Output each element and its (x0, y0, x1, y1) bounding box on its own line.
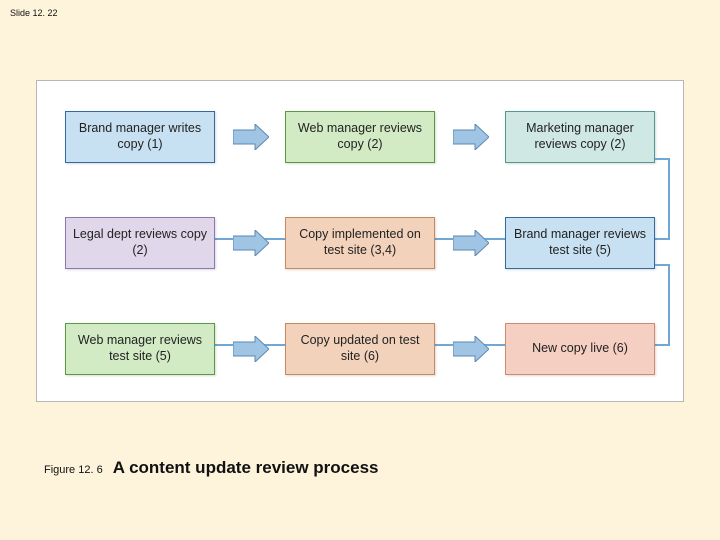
node-brand-manager-writes: Brand manager writes copy (1) (65, 111, 215, 163)
figure-title: A content update review process (113, 458, 379, 478)
slide-number: Slide 12. 22 (10, 8, 58, 18)
arrow-right-icon (233, 124, 269, 150)
node-copy-updated: Copy updated on test site (6) (285, 323, 435, 375)
node-marketing-manager-reviews: Marketing manager reviews copy (2) (505, 111, 655, 163)
arrow-right-icon (453, 124, 489, 150)
arrow-right-icon (453, 336, 489, 362)
flow-row-1: Brand manager writes copy (1) Web manage… (37, 107, 683, 167)
node-legal-reviews: Legal dept reviews copy (2) (65, 217, 215, 269)
node-new-copy-live: New copy live (6) (505, 323, 655, 375)
arrow-right-icon (453, 230, 489, 256)
figure-caption: Figure 12. 6 A content update review pro… (44, 458, 378, 478)
arrow-right-icon (233, 230, 269, 256)
node-web-manager-reviews-copy: Web manager reviews copy (2) (285, 111, 435, 163)
node-copy-implemented: Copy implemented on test site (3,4) (285, 217, 435, 269)
flow-row-2: Legal dept reviews copy (2) Copy impleme… (37, 213, 683, 273)
node-brand-manager-reviews-site: Brand manager reviews test site (5) (505, 217, 655, 269)
arrow-right-icon (233, 336, 269, 362)
figure-label: Figure 12. 6 (44, 464, 103, 476)
flow-row-3: Web manager reviews test site (5) Copy u… (37, 319, 683, 379)
diagram-frame: Brand manager writes copy (1) Web manage… (36, 80, 684, 402)
node-web-manager-reviews-site: Web manager reviews test site (5) (65, 323, 215, 375)
